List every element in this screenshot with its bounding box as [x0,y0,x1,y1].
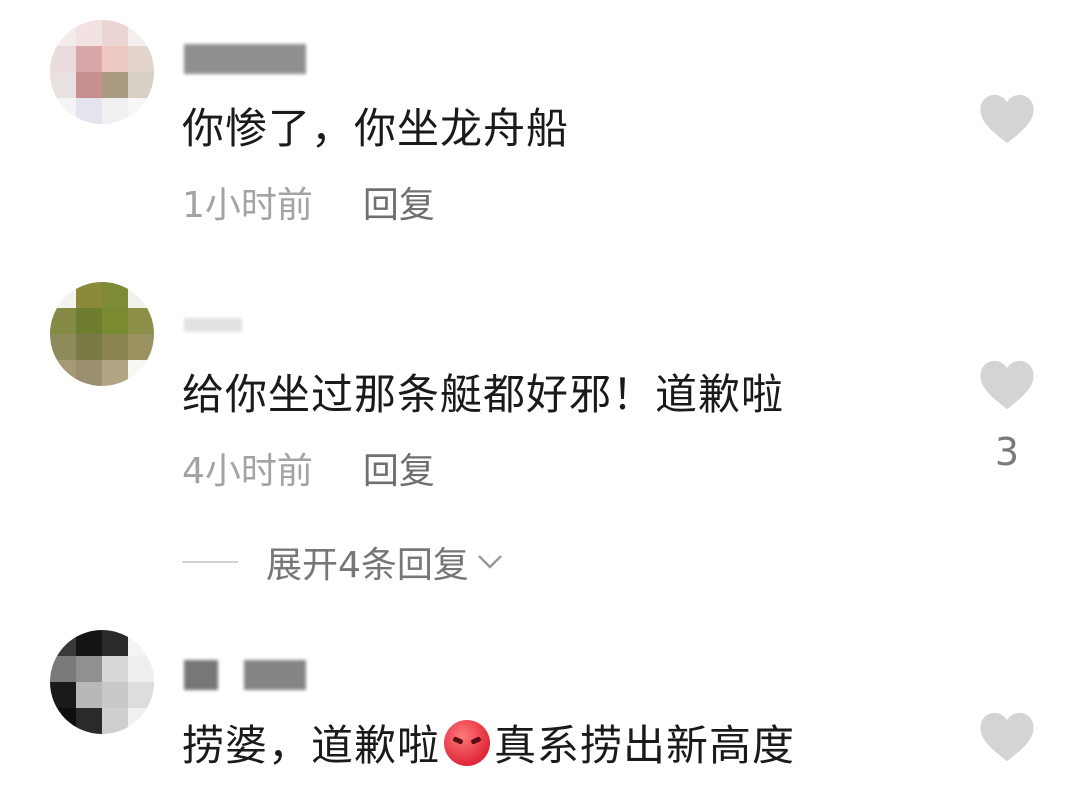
angry-face-emoji [444,720,491,766]
comment-text: 你惨了，你坐龙舟船 [182,104,570,153]
expand-replies-button[interactable]: 展开4条回复 [182,540,503,586]
chevron-down-icon [478,555,502,569]
avatar[interactable] [50,282,154,386]
username-redacted[interactable] [184,318,242,332]
avatar[interactable] [50,20,154,124]
username-redacted[interactable] [244,660,306,690]
reply-button[interactable]: 回复 [363,185,435,226]
expand-replies-label: 展开4条回复 [266,545,469,586]
comment-text-part: 捞婆，道歉啦 [182,721,441,770]
reply-button[interactable]: 回复 [363,451,435,492]
comment-meta: 1小时前 回复 [182,184,435,228]
like-button[interactable] [978,710,1036,764]
like-count: 3 [994,430,1020,474]
comment-text-part: 真系捞出新高度 [494,721,796,770]
comment-text: 给你坐过那条艇都好邪！道歉啦 [182,370,785,419]
comment-meta: 4小时前 回复 [182,450,435,494]
username-redacted[interactable] [184,44,306,74]
comment-feed: 你惨了，你坐龙舟船 1小时前回复 给你坐过那条艇都好邪！道歉啦 4小时前回复 [0,0,1080,794]
comment-text: 捞婆，道歉啦 真系捞出新高度 [182,720,795,771]
heart-icon [980,360,1034,410]
like-button[interactable] [978,92,1036,164]
comment-time: 4小时前 [182,451,313,492]
comment-time: 1小时前 [182,185,313,226]
like-button[interactable]: 3 [978,358,1036,474]
heart-icon [980,712,1034,762]
heart-icon [980,94,1034,144]
divider-line [182,561,238,563]
username-redacted[interactable] [184,660,218,690]
avatar[interactable] [50,630,154,734]
